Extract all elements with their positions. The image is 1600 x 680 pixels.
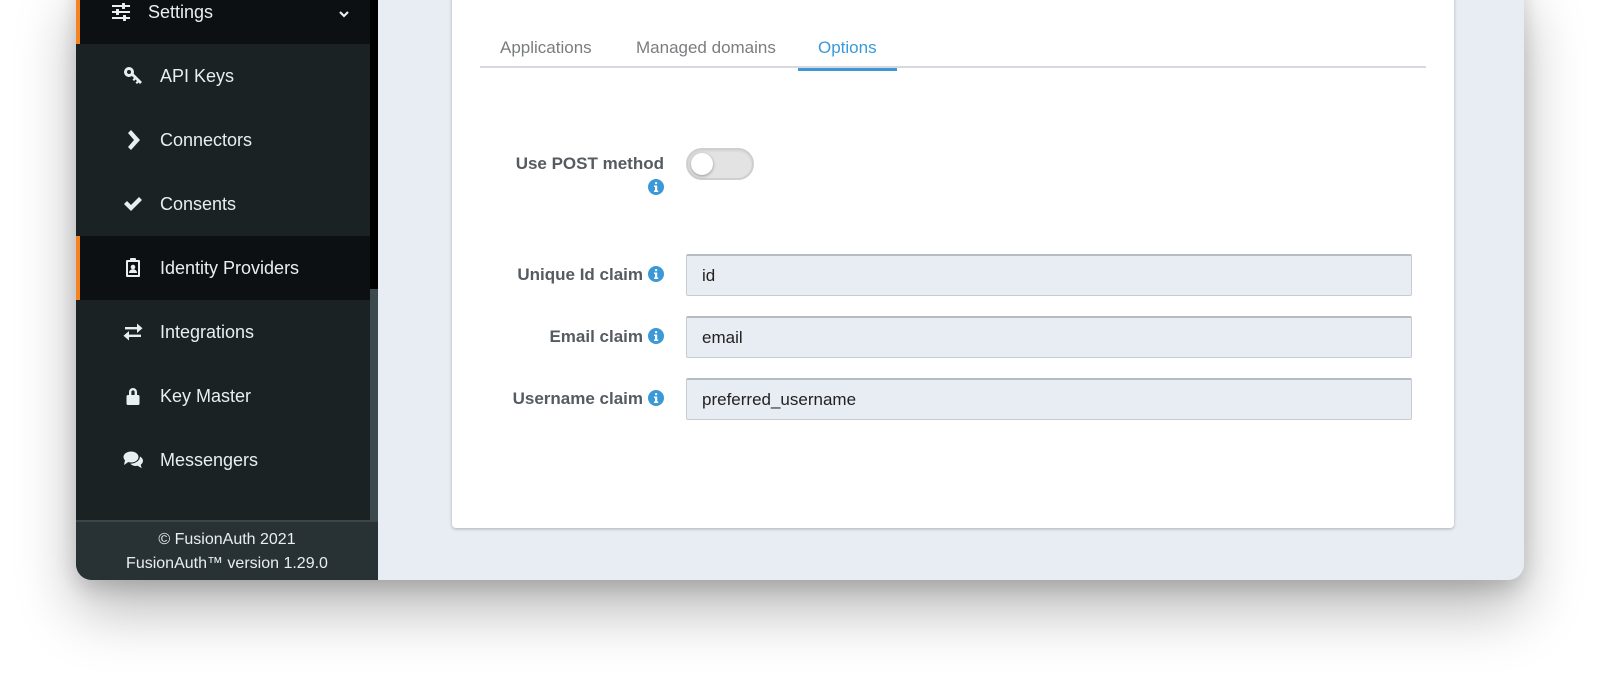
sidebar: Settings API Keys Connectors Consents Id… <box>76 0 378 580</box>
info-icon[interactable] <box>648 178 664 195</box>
sidebar-item-consents[interactable]: Consents <box>76 172 370 236</box>
id-badge-icon <box>122 257 144 279</box>
username-claim-label-text: Username claim <box>512 389 643 408</box>
sidebar-item-settings[interactable]: Settings <box>76 0 370 44</box>
info-icon[interactable] <box>648 328 664 344</box>
tab-managed-domains[interactable]: Managed domains <box>616 38 796 68</box>
sidebar-item-label: Consents <box>160 193 237 214</box>
email-claim-label-text: Email claim <box>549 327 643 346</box>
identity-provider-panel: Applications Managed domains Options Use… <box>452 0 1454 528</box>
sidebar-item-label: Settings <box>148 1 214 22</box>
use-post-method-label: Use POST method <box>516 152 664 200</box>
unique-id-claim-label: Unique Id claim <box>517 265 664 285</box>
sidebar-item-api-keys[interactable]: API Keys <box>76 44 370 108</box>
comments-icon <box>122 449 144 471</box>
main-content: Applications Managed domains Options Use… <box>378 0 1524 580</box>
key-icon <box>122 65 144 87</box>
email-claim-input[interactable] <box>686 316 1412 358</box>
username-claim-input[interactable] <box>686 378 1412 420</box>
check-icon <box>122 193 144 215</box>
exchange-icon <box>122 321 144 343</box>
sidebar-item-connectors[interactable]: Connectors <box>76 108 370 172</box>
info-icon[interactable] <box>648 266 664 282</box>
sidebar-item-label: Messengers <box>160 449 259 470</box>
use-post-method-toggle[interactable] <box>686 148 754 180</box>
lock-icon <box>122 385 144 407</box>
chevron-down-icon <box>338 4 350 18</box>
info-icon[interactable] <box>648 390 664 406</box>
sidebar-scrollbar-thumb[interactable] <box>370 289 378 520</box>
tab-options[interactable]: Options <box>798 38 897 71</box>
toggle-knob <box>691 153 713 175</box>
copyright-text: © FusionAuth 2021 <box>158 531 296 548</box>
sidebar-nav: Settings API Keys Connectors Consents Id… <box>76 0 378 520</box>
email-claim-label: Email claim <box>549 327 664 347</box>
sidebar-item-label: Identity Providers <box>160 257 300 278</box>
sidebar-item-integrations[interactable]: Integrations <box>76 300 370 364</box>
version-text: FusionAuth™ version 1.29.0 <box>126 555 328 572</box>
use-post-method-label-text: Use POST method <box>515 154 664 173</box>
app-window: Settings API Keys Connectors Consents Id… <box>76 0 1524 580</box>
tab-bar: Applications Managed domains Options <box>480 38 1426 71</box>
sidebar-item-identity-providers[interactable]: Identity Providers <box>76 236 370 300</box>
tab-applications[interactable]: Applications <box>480 38 612 68</box>
sidebar-item-label: Integrations <box>160 321 255 342</box>
sidebar-item-messengers[interactable]: Messengers <box>76 428 370 492</box>
chevron-right-icon <box>122 129 144 151</box>
unique-id-claim-label-text: Unique Id claim <box>517 265 643 284</box>
sliders-icon <box>110 1 132 23</box>
username-claim-label: Username claim <box>513 389 664 409</box>
sidebar-item-label: Connectors <box>160 129 253 150</box>
sidebar-item-label: API Keys <box>160 65 235 86</box>
unique-id-claim-input[interactable] <box>686 254 1412 296</box>
sidebar-footer: © FusionAuth 2021 FusionAuth™ version 1.… <box>76 520 378 580</box>
sidebar-item-key-master[interactable]: Key Master <box>76 364 370 428</box>
sidebar-item-label: Key Master <box>160 385 252 406</box>
